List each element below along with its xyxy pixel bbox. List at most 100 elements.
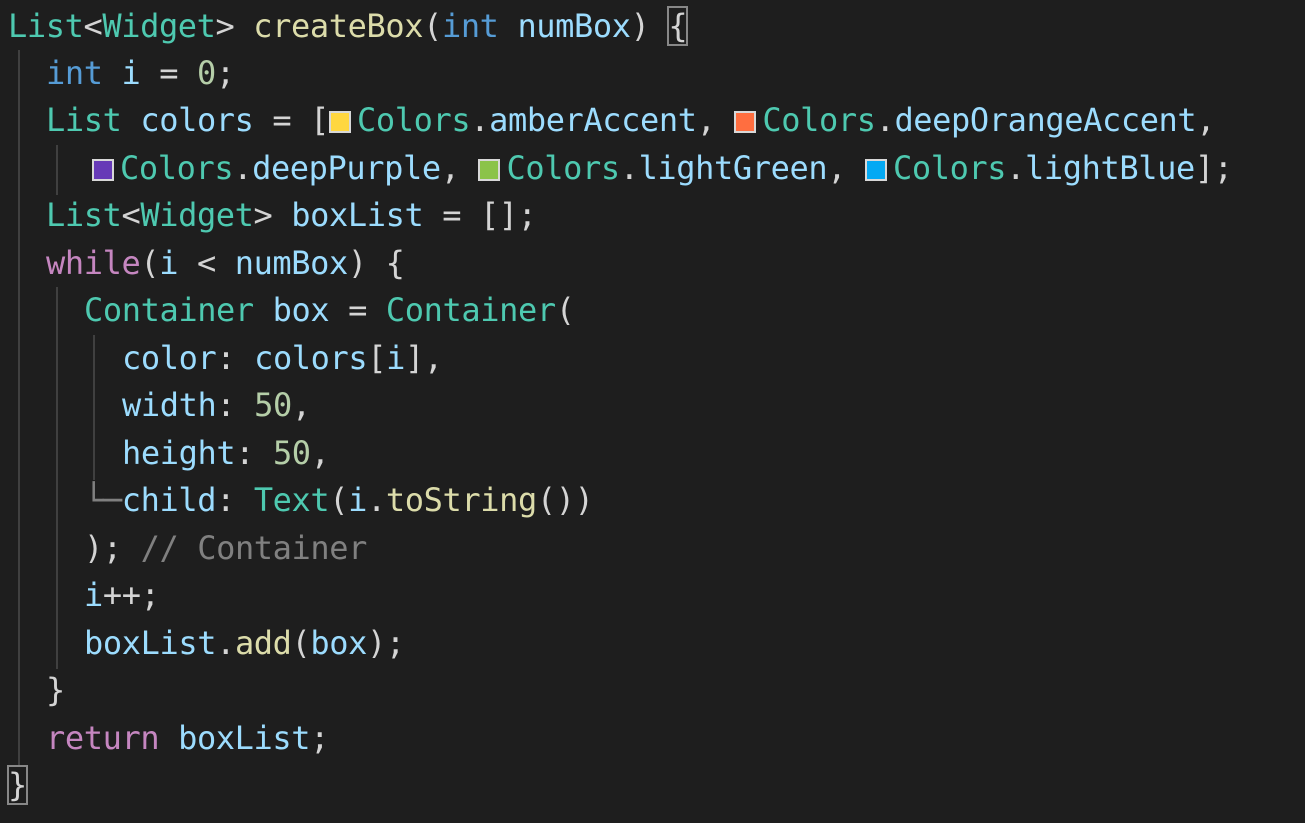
code-token: :	[216, 386, 255, 424]
code-token: (	[555, 291, 575, 329]
code-token: =	[329, 291, 386, 329]
color-swatch-icon[interactable]	[864, 159, 887, 181]
indent-guide	[18, 50, 20, 765]
code-token: boxList	[291, 196, 424, 234]
matched-bracket: }	[7, 765, 28, 805]
code-token: Container	[385, 291, 556, 329]
code-token: Widget	[102, 7, 216, 45]
code-token: colors	[140, 101, 254, 139]
code-token: );	[367, 624, 405, 662]
code-token: List	[8, 7, 84, 45]
code-token: :	[235, 434, 273, 472]
matched-bracket: {	[667, 6, 689, 46]
code-token: Colors	[762, 101, 876, 139]
code-token: ];	[1194, 149, 1233, 187]
code-token: i	[348, 481, 368, 519]
color-swatch-icon[interactable]	[329, 111, 352, 133]
code-line[interactable]: color: colors[i],	[122, 335, 443, 382]
code-token: );	[84, 529, 141, 567]
code-token: .	[233, 149, 253, 187]
code-line[interactable]: ); // Container	[84, 525, 367, 572]
code-line[interactable]: List<Widget> boxList = [];	[46, 192, 537, 239]
code-line[interactable]: while(i < numBox) {	[46, 240, 405, 287]
code-token: ,	[1196, 101, 1216, 139]
color-swatch-icon[interactable]	[734, 111, 757, 133]
code-token: add	[234, 624, 292, 662]
color-swatch-icon[interactable]	[478, 159, 501, 181]
code-token: Container	[84, 291, 254, 329]
code-token: .	[875, 101, 895, 139]
code-token: (	[329, 481, 349, 519]
indent-guide	[56, 287, 58, 669]
code-token: box	[272, 291, 330, 329]
code-token: )	[630, 7, 669, 45]
code-line[interactable]: }	[7, 762, 28, 809]
code-line[interactable]: int i = 0;	[46, 50, 235, 97]
code-token: .	[216, 624, 235, 662]
code-token: while	[46, 244, 141, 282]
code-token: Colors	[357, 101, 471, 139]
code-token: // Container	[140, 529, 368, 567]
code-line[interactable]: └─child: Text(i.toString())	[84, 477, 594, 524]
code-token: .	[619, 149, 639, 187]
code-token: int	[441, 7, 499, 45]
code-token: ++;	[102, 576, 160, 614]
code-token: boxList	[178, 719, 311, 757]
code-line[interactable]: List colors = [Colors.amberAccent, Color…	[46, 97, 1216, 144]
code-token: 0	[196, 54, 216, 92]
code-token: ,	[827, 149, 865, 187]
code-token: >	[253, 196, 292, 234]
indent-guide	[56, 145, 58, 195]
code-token: .	[1006, 149, 1026, 187]
code-token: >	[215, 7, 254, 45]
code-line[interactable]: }	[46, 667, 65, 714]
code-token: ,	[310, 434, 330, 472]
code-token: child	[121, 481, 217, 519]
code-token: 50	[254, 386, 292, 424]
code-token: Text	[253, 481, 330, 519]
code-token: (	[291, 624, 311, 662]
code-line[interactable]: List<Widget> createBox(int numBox) {	[8, 3, 689, 50]
code-token: i	[121, 54, 141, 92]
code-token: ;	[215, 54, 235, 92]
code-line[interactable]: width: 50,	[122, 382, 311, 429]
code-editor[interactable]: List<Widget> createBox(int numBox) { int…	[0, 0, 1305, 823]
code-token: Widget	[140, 196, 254, 234]
code-token: numBox	[517, 7, 631, 45]
code-token: <	[83, 7, 103, 45]
code-token: List	[46, 101, 122, 139]
code-token: 50	[272, 434, 311, 472]
code-line[interactable]: height: 50,	[122, 430, 330, 477]
code-token: Colors	[120, 149, 234, 187]
code-token: }	[46, 671, 65, 709]
code-token: └─	[84, 481, 122, 519]
code-token: createBox	[253, 7, 424, 45]
code-token: numBox	[234, 244, 349, 282]
color-swatch-icon[interactable]	[92, 159, 114, 181]
code-token: = [	[253, 101, 330, 139]
code-line[interactable]: boxList.add(box);	[84, 620, 405, 667]
code-line[interactable]: i++;	[84, 572, 160, 619]
code-line[interactable]: Container box = Container(	[84, 287, 575, 334]
code-token: List	[46, 196, 122, 234]
indent-guide	[93, 335, 95, 480]
code-token: :	[216, 339, 255, 377]
code-token: lightBlue	[1025, 149, 1195, 187]
code-token: ;	[310, 719, 330, 757]
code-line[interactable]: return boxList;	[46, 715, 329, 762]
code-token: boxList	[84, 624, 217, 662]
code-token: colors	[254, 339, 368, 377]
code-token: color	[122, 339, 217, 377]
code-token: <	[178, 244, 235, 282]
code-token: Colors	[892, 149, 1007, 187]
code-token: return	[46, 719, 160, 757]
code-token: deepPurple	[252, 149, 441, 187]
code-token: =	[140, 54, 197, 92]
code-token: ,	[440, 149, 479, 187]
code-line[interactable]: Colors.deepPurple, Colors.lightGreen, Co…	[92, 145, 1233, 192]
